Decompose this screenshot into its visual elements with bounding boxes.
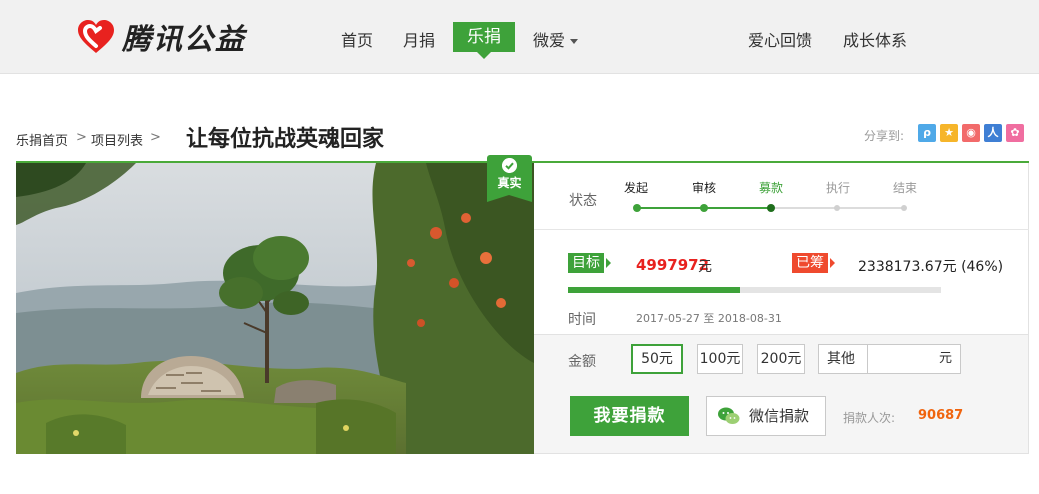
donor-count-label: 捐款人次: [843,411,896,425]
status-label: 状态 [569,193,597,209]
funding-progress-bar [568,287,941,293]
step-dot [834,205,840,211]
landscape-photo [16,163,534,454]
weibo-icon[interactable]: ◉ [962,124,980,142]
donor-count: 90687 [918,408,964,423]
share-label: 分享到: [864,129,905,143]
step-finish: 结束 [893,181,918,195]
panel-divider [534,229,1029,230]
amount-option-50[interactable]: 50元 [631,344,683,374]
wechat-donate-label: 微信捐款 [749,407,810,425]
step-dot [901,205,907,211]
qq-star-icon[interactable]: ★ [940,124,958,142]
step-review: 审核 [692,181,717,195]
step-dot [767,204,775,212]
raised-tag-arrow [830,258,835,268]
breadcrumb-ledonate-home[interactable]: 乐捐首页 [16,130,68,149]
raised-amount: 2338173.67元 (46%) [858,259,1004,275]
custom-amount-field[interactable]: 其他 元 [818,344,961,374]
nav-monthly-donate[interactable]: 月捐 [403,27,435,51]
verified-badge-tail [487,195,532,202]
breadcrumb-separator: > [150,130,161,145]
goal-tag-arrow [606,258,611,268]
step-execution: 执行 [826,181,851,195]
brand-name: 腾讯公益 [122,22,247,56]
nav-growth-system[interactable]: 成长体系 [843,27,907,51]
tencent-weibo-icon[interactable]: ✿ [1006,124,1024,142]
nav-weiai-label: 微爱 [533,31,566,50]
qzone-icon[interactable]: ρ [918,124,936,142]
amount-option-200[interactable]: 200元 [757,344,805,374]
nav-ledonate-active[interactable]: 乐捐 [453,22,515,52]
amount-option-100[interactable]: 100元 [697,344,743,374]
brand-logo[interactable]: 腾讯公益 [76,16,246,58]
custom-amount-unit: 元 [938,351,952,366]
goal-tag: 目标 [568,253,604,273]
breadcrumb-separator: > [76,130,87,145]
amount-label: 金额 [568,354,596,370]
raised-tag: 已筹 [792,253,828,273]
nav-weiai-dropdown[interactable]: 微爱 [533,27,579,51]
time-range: 2017-05-27 至 2018-08-31 [636,312,782,325]
step-dot [633,204,641,212]
time-label: 时间 [568,312,596,328]
active-nav-pointer [477,52,491,59]
wechat-icon [718,407,740,424]
wechat-donate-button[interactable]: 微信捐款 [706,396,826,436]
renren-icon[interactable]: 人 [984,124,1002,142]
nav-love-feedback[interactable]: 爱心回馈 [748,27,812,51]
donate-button[interactable]: 我要捐款 [570,396,689,436]
page-title: 让每位抗战英魂回家 [186,127,385,152]
custom-amount-separator [867,345,868,373]
goal-unit: 元 [698,259,712,275]
step-initiated: 发起 [624,181,649,195]
nav-home[interactable]: 首页 [341,27,373,51]
breadcrumb-project-list[interactable]: 项目列表 [91,130,143,149]
project-photo [16,163,534,454]
check-icon [502,158,517,173]
funding-progress-fill [568,287,740,293]
chevron-down-icon [570,39,579,44]
heart-logo-icon [78,20,114,53]
verified-label: 真实 [497,176,522,190]
step-dot [700,204,708,212]
custom-amount-label: 其他 [827,351,855,367]
step-fundraising: 募款 [759,181,784,195]
